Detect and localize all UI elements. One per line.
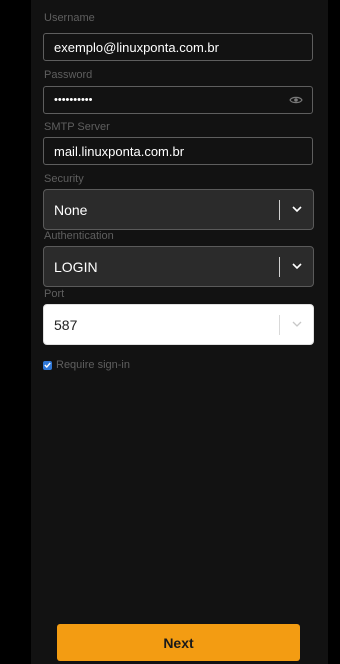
- security-label: Security: [44, 173, 84, 185]
- password-value: ••••••••••: [54, 94, 93, 106]
- next-button[interactable]: Next: [57, 624, 300, 661]
- smtp-server-field[interactable]: mail.linuxponta.com.br: [43, 137, 313, 165]
- smtp-server-value: mail.linuxponta.com.br: [54, 143, 185, 159]
- authentication-select[interactable]: LOGIN: [43, 246, 314, 287]
- chevron-down-icon[interactable]: [280, 321, 313, 328]
- password-label: Password: [44, 69, 93, 81]
- username-label: Username: [44, 12, 95, 24]
- chevron-down-icon[interactable]: [280, 206, 313, 213]
- smtp-server-label: SMTP Server: [44, 121, 110, 133]
- port-select[interactable]: 587: [43, 304, 314, 345]
- security-value: None: [54, 201, 88, 218]
- require-signin-row[interactable]: Require sign-in: [43, 359, 130, 371]
- chevron-down-icon[interactable]: [280, 263, 313, 270]
- eye-icon[interactable]: [284, 88, 308, 112]
- authentication-label: Authentication: [44, 230, 114, 242]
- security-select[interactable]: None: [43, 189, 314, 230]
- port-label: Port: [44, 288, 65, 300]
- password-field[interactable]: ••••••••••: [43, 86, 313, 114]
- username-field[interactable]: exemplo@linuxponta.com.br: [43, 33, 313, 61]
- require-signin-checkbox[interactable]: [43, 360, 52, 370]
- require-signin-label: Require sign-in: [56, 359, 130, 371]
- username-value: exemplo@linuxponta.com.br: [54, 39, 219, 55]
- port-value: 587: [54, 316, 78, 333]
- authentication-value: LOGIN: [54, 258, 98, 275]
